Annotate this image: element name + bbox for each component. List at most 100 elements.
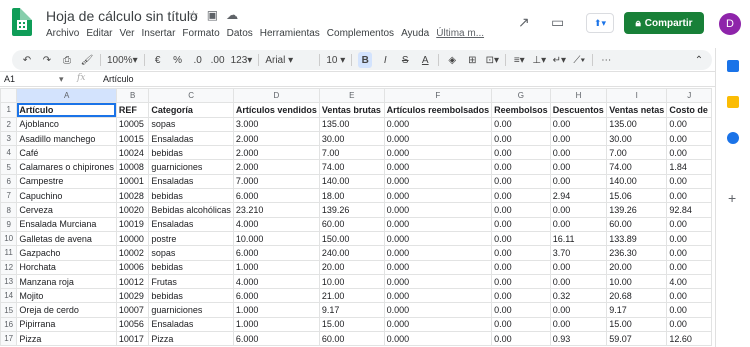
star-icon[interactable]: ☆: [188, 8, 199, 22]
cell[interactable]: 9.17: [606, 302, 668, 318]
cell[interactable]: 7.00: [318, 145, 385, 161]
cell[interactable]: 15.06: [606, 188, 668, 204]
row-header[interactable]: 12: [0, 259, 18, 275]
cell[interactable]: 0.00: [549, 116, 608, 132]
cell[interactable]: Reembolsos: [491, 102, 551, 118]
cell[interactable]: 6.000: [232, 245, 320, 261]
cell[interactable]: 0.00: [549, 259, 608, 275]
more-button[interactable]: ⋯: [599, 52, 613, 68]
cell[interactable]: 0.00: [666, 188, 712, 204]
name-box[interactable]: A1 ▾: [4, 74, 64, 84]
cell[interactable]: 0.00: [491, 130, 551, 147]
horizontal-align-icon[interactable]: ≡▾: [512, 52, 526, 68]
cell[interactable]: 21.00: [318, 288, 385, 304]
cell[interactable]: Ventas brutas: [318, 102, 385, 118]
cell[interactable]: 10008: [115, 159, 150, 175]
cell[interactable]: 20.00: [318, 259, 385, 275]
cell[interactable]: 30.00: [318, 130, 385, 147]
cell[interactable]: 0.00: [491, 230, 551, 247]
comments-icon[interactable]: ▭: [551, 14, 564, 31]
cell[interactable]: 3.000: [232, 116, 320, 132]
cell[interactable]: 0.00: [549, 302, 608, 318]
cell[interactable]: 135.00: [318, 116, 385, 132]
column-header-i[interactable]: I: [606, 88, 668, 104]
cell[interactable]: 0.000: [383, 273, 493, 290]
cell[interactable]: guarniciones: [148, 302, 234, 318]
cell[interactable]: Capuchino: [16, 188, 117, 204]
cell[interactable]: 0.00: [549, 202, 608, 218]
cell[interactable]: Ensaladas: [148, 130, 234, 147]
cell[interactable]: 1.84: [666, 159, 712, 175]
menu-datos[interactable]: Datos: [227, 28, 253, 39]
cell[interactable]: 1.000: [232, 302, 320, 318]
currency-format-button[interactable]: €: [151, 52, 165, 68]
cell[interactable]: 133.89: [606, 230, 668, 247]
cell[interactable]: guarniciones: [148, 159, 234, 175]
cell[interactable]: 0.00: [491, 216, 551, 232]
decrease-decimals-button[interactable]: .0: [191, 52, 205, 68]
cell[interactable]: Bebidas alcohólicas: [148, 202, 234, 218]
cell[interactable]: 20.68: [606, 288, 668, 304]
percent-format-button[interactable]: %: [171, 52, 185, 68]
cell[interactable]: 0.00: [549, 273, 608, 290]
cell[interactable]: Campestre: [16, 173, 117, 190]
cell[interactable]: 0.00: [666, 173, 712, 190]
cell[interactable]: 10012: [115, 273, 150, 290]
cell[interactable]: 10028: [115, 188, 150, 204]
cell[interactable]: 92.84: [666, 202, 712, 218]
cell[interactable]: Frutas: [148, 273, 234, 290]
cell[interactable]: 60.00: [318, 216, 385, 232]
cell[interactable]: 0.00: [491, 288, 551, 304]
redo-icon[interactable]: ↷: [40, 52, 54, 68]
cell[interactable]: 0.00: [549, 316, 608, 333]
cell[interactable]: 10000: [115, 230, 150, 247]
menu-formato[interactable]: Formato: [182, 28, 219, 39]
menu-insertar[interactable]: Insertar: [142, 28, 176, 39]
cell[interactable]: Café: [16, 145, 117, 161]
cell[interactable]: Costo de: [666, 102, 712, 118]
cell[interactable]: 16.11: [549, 230, 608, 247]
cell[interactable]: 9.17: [318, 302, 385, 318]
document-title[interactable]: Hoja de cálculo sin título: [46, 8, 198, 24]
cell[interactable]: Ensaladas: [148, 216, 234, 232]
cell[interactable]: 30.00: [606, 130, 668, 147]
cell[interactable]: 0.000: [383, 331, 493, 347]
cell[interactable]: 10017: [115, 331, 150, 347]
row-header[interactable]: 16: [0, 316, 18, 333]
cell[interactable]: Oreja de cerdo: [16, 302, 117, 318]
cell[interactable]: Artículos vendidos: [232, 102, 320, 118]
collapse-menu-icon[interactable]: ⌃: [692, 52, 706, 68]
row-header[interactable]: 3: [0, 130, 18, 147]
undo-icon[interactable]: ↶: [20, 52, 34, 68]
calendar-icon[interactable]: [727, 60, 739, 72]
cell[interactable]: 6.000: [232, 188, 320, 204]
cell[interactable]: 0.000: [383, 316, 493, 333]
add-addon-icon[interactable]: +: [728, 190, 736, 206]
menu-ayuda[interactable]: Ayuda: [401, 28, 429, 39]
cell[interactable]: 0.00: [491, 173, 551, 190]
cell[interactable]: 0.00: [666, 116, 712, 132]
zoom-select[interactable]: 100% ▾: [107, 52, 138, 68]
menu-editar[interactable]: Editar: [86, 28, 112, 39]
cell[interactable]: Manzana roja: [16, 273, 117, 290]
cell[interactable]: 10015: [115, 130, 150, 147]
cell[interactable]: 59.07: [606, 331, 668, 347]
text-wrap-icon[interactable]: ↵▾: [552, 52, 566, 68]
row-header[interactable]: 8: [0, 202, 18, 218]
cell[interactable]: bebidas: [148, 288, 234, 304]
cell[interactable]: 140.00: [606, 173, 668, 190]
cell[interactable]: 0.32: [549, 288, 608, 304]
cell[interactable]: Calamares o chipirones: [16, 159, 117, 175]
cell[interactable]: 60.00: [318, 331, 385, 347]
move-folder-icon[interactable]: ▣: [207, 8, 218, 22]
cell[interactable]: bebidas: [148, 188, 234, 204]
paint-format-icon[interactable]: 🖌︎: [80, 52, 94, 68]
cell[interactable]: 139.26: [606, 202, 668, 218]
row-header[interactable]: 1: [0, 102, 18, 118]
cell[interactable]: 2.000: [232, 159, 320, 175]
activity-trend-icon[interactable]: ↗: [518, 14, 530, 31]
row-header[interactable]: 13: [0, 273, 18, 290]
cell[interactable]: 10002: [115, 245, 150, 261]
row-header[interactable]: 2: [0, 116, 18, 132]
cell[interactable]: 10006: [115, 259, 150, 275]
